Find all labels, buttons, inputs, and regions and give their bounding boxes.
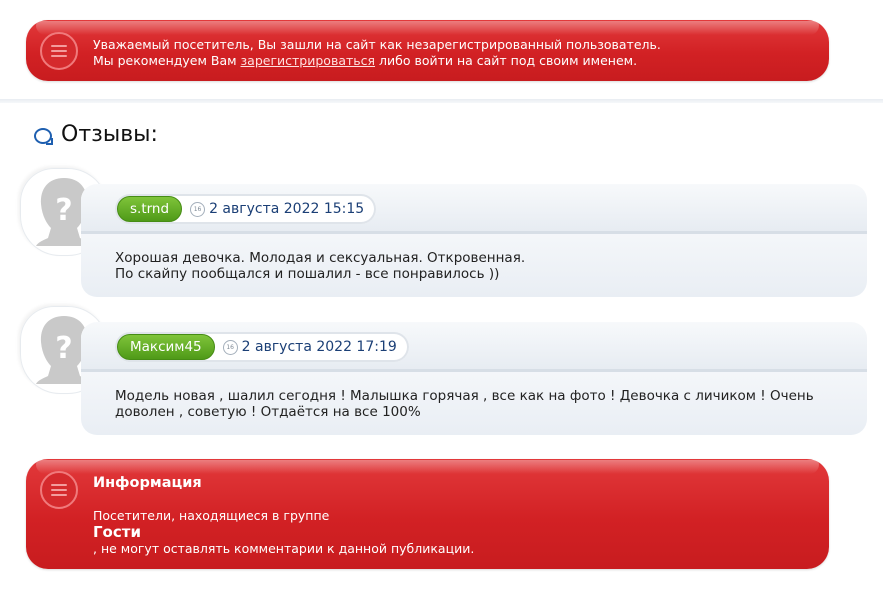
comment-text: Модель новая , шалил сегодня ! Малышка г… bbox=[115, 388, 835, 420]
svg-text:?: ? bbox=[55, 193, 72, 228]
clock-icon: 16 bbox=[190, 201, 206, 217]
divider bbox=[0, 99, 883, 103]
comment-text-line: Хорошая девочка. Молодая и сексуальная. … bbox=[115, 250, 526, 266]
reviews-heading: Отзывы: bbox=[34, 122, 158, 147]
comment-text-line: По скайпу пообщался и пошалил - все понр… bbox=[115, 266, 500, 282]
comment-text-line: Модель новая , шалил сегодня ! Малышка г… bbox=[115, 388, 814, 404]
author-button[interactable]: Максим45 bbox=[117, 334, 215, 360]
menu-list-icon bbox=[40, 32, 78, 70]
comment-text: Хорошая девочка. Молодая и сексуальная. … bbox=[115, 250, 835, 282]
info-notice: Информация Посетители, находящиеся в гру… bbox=[26, 459, 829, 569]
guest-notice-line2-start: Мы рекомендуем Вам bbox=[93, 53, 241, 68]
comment-meta: s.trnd 16 2 августа 2022 15:15 bbox=[115, 194, 377, 224]
reviews-title: Отзывы: bbox=[61, 122, 158, 147]
comment-box: Максим45 16 2 августа 2022 17:19 Модель … bbox=[81, 322, 867, 435]
comment-box: s.trnd 16 2 августа 2022 15:15 Хорошая д… bbox=[81, 184, 867, 297]
register-link[interactable]: зарегистрироваться bbox=[241, 53, 376, 68]
comment-bubble-icon bbox=[34, 127, 53, 145]
comment-header: s.trnd 16 2 августа 2022 15:15 bbox=[81, 184, 867, 234]
comment-date: 2 августа 2022 15:15 bbox=[209, 201, 365, 217]
guest-notice-line1: Уважаемый посетитель, Вы зашли на сайт к… bbox=[93, 37, 661, 52]
comment-header: Максим45 16 2 августа 2022 17:19 bbox=[81, 322, 867, 372]
author-button[interactable]: s.trnd bbox=[117, 196, 183, 222]
info-notice-line2: , не могут оставлять комментарии к данно… bbox=[93, 541, 475, 556]
comment-text-line: доволен , советую ! Отдаётся на все 100% bbox=[115, 404, 421, 420]
guest-notice-text: Уважаемый посетитель, Вы зашли на сайт к… bbox=[93, 37, 661, 69]
menu-list-icon bbox=[40, 471, 78, 509]
guest-notice-line2-end: либо войти на сайт под своим именем. bbox=[375, 53, 638, 68]
clock-icon: 16 bbox=[222, 339, 238, 355]
guest-notice-line2: Мы рекомендуем Вам зарегистрироваться ли… bbox=[93, 53, 661, 69]
info-notice-group: Гости bbox=[93, 523, 141, 541]
comment-meta: Максим45 16 2 августа 2022 17:19 bbox=[115, 332, 409, 362]
guest-notice: Уважаемый посетитель, Вы зашли на сайт к… bbox=[26, 20, 829, 81]
info-notice-line1: Посетители, находящиеся в группе bbox=[93, 508, 330, 523]
info-notice-title: Информация bbox=[93, 475, 202, 491]
comment-date: 2 августа 2022 17:19 bbox=[241, 339, 397, 355]
svg-text:?: ? bbox=[55, 331, 72, 366]
